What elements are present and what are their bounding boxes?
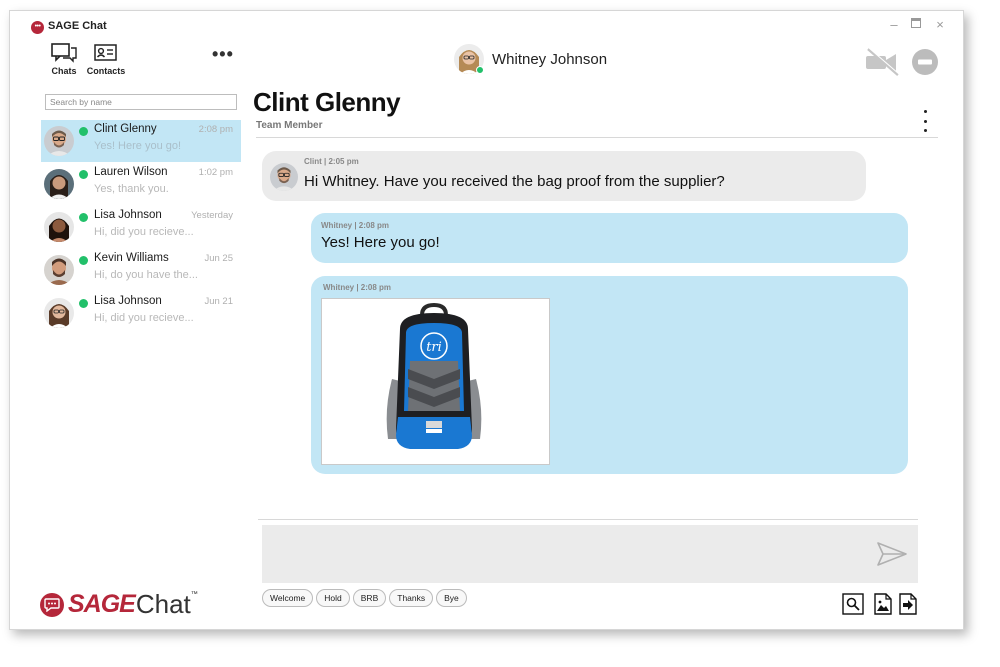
video-off-button[interactable] [864, 47, 902, 82]
conversation-name: Clint Glenny [94, 123, 157, 135]
message-avatar [270, 163, 298, 191]
do-not-disturb-icon [912, 49, 938, 75]
backpack-image: tri [322, 299, 549, 464]
conversation-time: Jun 25 [204, 253, 233, 264]
avatar [44, 255, 74, 285]
brand-chat-text: Chat [135, 589, 191, 619]
conversation-list: Clint Glenny 2:08 pm Yes! Here you go! L… [41, 120, 241, 335]
quick-replies: Welcome Hold BRB Thanks Bye [262, 589, 470, 607]
conversation-item[interactable]: Kevin Williams Jun 25 Hi, do you have th… [41, 249, 241, 291]
send-button[interactable] [876, 541, 908, 572]
avatar [44, 169, 74, 199]
conversation-preview: Hi, did you recieve... [94, 312, 194, 324]
brand-sage-text: SAGE [68, 590, 136, 618]
send-file-button[interactable] [897, 593, 919, 615]
app-window: ••• SAGE Chat – × Chats Contacts ••• Sea… [9, 10, 964, 630]
quick-reply-hold[interactable]: Hold [316, 589, 350, 607]
nav-contacts-label: Contacts [86, 66, 126, 76]
conversation-preview: Yes! Here you go! [94, 140, 182, 152]
more-options-button[interactable]: ••• [212, 45, 234, 63]
online-status-dot [79, 127, 88, 136]
brand-trademark: ™ [190, 591, 198, 598]
kebab-dot [923, 129, 927, 132]
send-image-button[interactable] [872, 593, 894, 615]
message-meta: Whitney | 2:08 pm [323, 283, 392, 292]
conversation-item[interactable]: Lisa Johnson Yesterday Hi, did you recie… [41, 206, 241, 248]
chats-icon [51, 43, 77, 63]
message-meta: Whitney | 2:08 pm [321, 221, 390, 230]
search-icon [842, 593, 864, 615]
search-input[interactable] [45, 94, 237, 110]
kebab-dot [923, 119, 927, 123]
brand-logo: SAGE Chat ™ [40, 589, 198, 620]
chat-options-button[interactable] [920, 110, 930, 132]
avatar [44, 298, 74, 328]
nav-contacts-button[interactable]: Contacts [76, 43, 136, 76]
send-file-icon [899, 593, 917, 615]
conversation-item[interactable]: Lisa Johnson Jun 21 Hi, did you recieve.… [41, 292, 241, 334]
quick-reply-welcome[interactable]: Welcome [262, 589, 314, 607]
video-off-icon [866, 47, 900, 76]
search-messages-button[interactable] [842, 593, 864, 615]
conversation-time: Jun 21 [204, 296, 233, 307]
message-input[interactable] [262, 525, 918, 583]
message-text: Hi Whitney. Have you received the bag pr… [304, 173, 725, 190]
conversation-name: Lauren Wilson [94, 166, 168, 178]
quick-reply-thanks[interactable]: Thanks [389, 589, 434, 607]
chat-contact-name: Clint Glenny [253, 87, 401, 117]
conversation-preview: Hi, do you have the... [94, 269, 198, 281]
message-outgoing: Whitney | 2:08 pm Yes! Here you go! [311, 213, 908, 263]
conversation-name: Kevin Williams [94, 252, 169, 264]
message-outgoing: Whitney | 2:08 pm tri [311, 276, 908, 474]
user-name: Whitney Johnson [492, 51, 608, 68]
quick-reply-bye[interactable]: Bye [436, 589, 467, 607]
online-status-dot [79, 213, 88, 222]
backpack-logo-text: tri [426, 340, 442, 355]
online-status-dot [79, 170, 88, 179]
chat-bubble-icon [40, 592, 64, 617]
conversation-name: Lisa Johnson [94, 295, 162, 307]
online-status-dot [79, 299, 88, 308]
online-status-dot [79, 256, 88, 265]
avatar [44, 126, 74, 156]
image-file-icon [874, 593, 892, 615]
minimize-button[interactable]: – [886, 17, 902, 32]
do-not-disturb-button[interactable] [911, 48, 939, 81]
quick-reply-brb[interactable]: BRB [352, 589, 387, 607]
app-logo-icon: ••• [31, 21, 44, 34]
user-online-status-dot [476, 66, 484, 74]
header-divider [256, 137, 938, 138]
conversation-preview: Yes, thank you. [94, 183, 169, 195]
conversation-time: 1:02 pm [198, 167, 233, 178]
app-title: SAGE Chat [48, 20, 107, 32]
conversation-name: Lisa Johnson [94, 209, 162, 221]
maximize-icon [911, 18, 921, 28]
contacts-icon [94, 44, 117, 61]
compose-divider [258, 519, 918, 520]
conversation-time: 2:08 pm [198, 124, 233, 135]
kebab-dot [923, 110, 927, 113]
send-icon [877, 542, 907, 566]
conversation-time: Yesterday [191, 210, 233, 221]
message-text: Yes! Here you go! [321, 234, 440, 251]
conversation-item[interactable]: Clint Glenny 2:08 pm Yes! Here you go! [41, 120, 241, 162]
message-meta: Clint | 2:05 pm [304, 157, 359, 166]
nav-chats-label: Chats [51, 66, 77, 76]
image-attachment[interactable]: tri [321, 298, 550, 465]
avatar [44, 212, 74, 242]
message-incoming: Clint | 2:05 pm Hi Whitney. Have you rec… [262, 151, 866, 201]
close-button[interactable]: × [932, 17, 948, 32]
conversation-item[interactable]: Lauren Wilson 1:02 pm Yes, thank you. [41, 163, 241, 205]
maximize-button[interactable] [908, 16, 924, 31]
chat-contact-role: Team Member [256, 120, 323, 131]
conversation-preview: Hi, did you recieve... [94, 226, 194, 238]
